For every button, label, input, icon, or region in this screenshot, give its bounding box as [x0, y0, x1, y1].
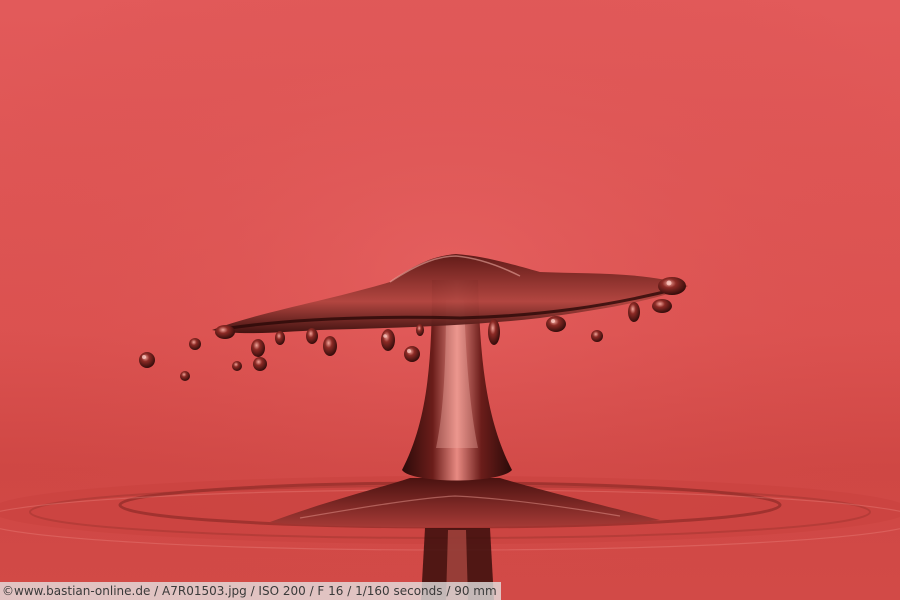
splash-photo-graphic — [0, 0, 900, 600]
splash-photo: ©www.bastian-online.de / A7R01503.jpg / … — [0, 0, 900, 600]
photo-caption: ©www.bastian-online.de / A7R01503.jpg / … — [0, 582, 501, 600]
